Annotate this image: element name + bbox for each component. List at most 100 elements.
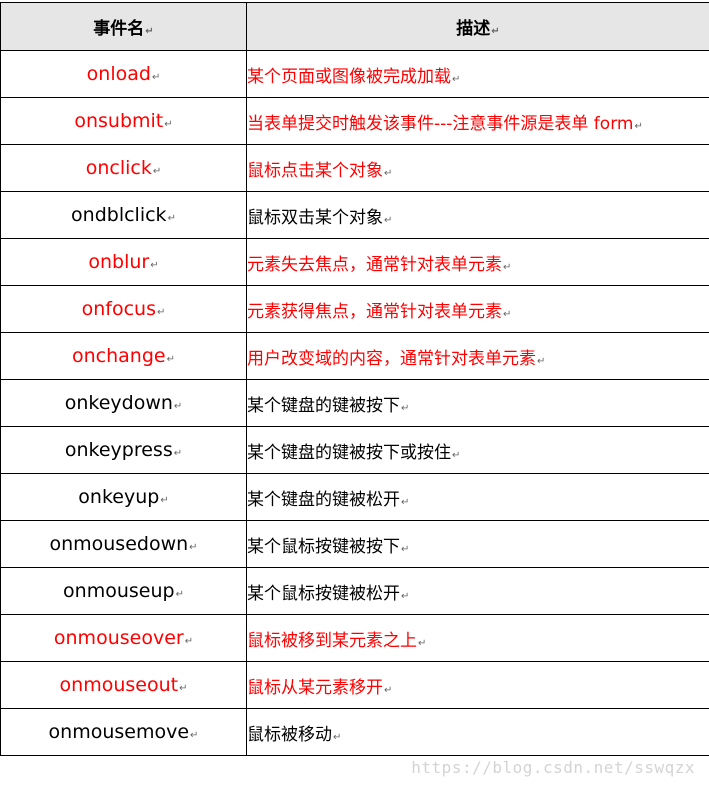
event-description: 某个键盘的键被按下 [247,395,401,416]
table-row: onmousemove↵ 鼠标被移动↵ [0,708,709,756]
header-row: 事件名↵ 描述↵ [0,2,709,51]
paragraph-mark-icon: ↵ [152,166,162,177]
paragraph-mark-icon: ↵ [150,260,159,271]
table-row: onblur↵ 元素失去焦点，通常针对表单元素↵ [0,238,709,286]
table-row: onmouseover↵ 鼠标被移到某元素之上↵ [0,614,709,662]
event-description-cell: 鼠标从某元素移开↵ [246,661,709,709]
paragraph-mark-icon: ↵ [491,26,500,37]
event-name-cell: onload↵ [0,50,247,98]
header-description: 描述↵ [246,2,709,51]
table-row: onkeypress↵ 某个键盘的键被按下或按住↵ [0,426,709,474]
event-name: onmousemove [48,721,190,743]
table-row: onkeyup↵ 某个键盘的键被松开↵ [0,473,709,521]
paragraph-mark-icon: ↵ [179,683,188,694]
event-description: 元素失去焦点，通常针对表单元素 [247,254,503,275]
paragraph-mark-icon: ↵ [401,543,410,555]
event-name: onchange [72,345,166,367]
paragraph-mark-icon: ↵ [333,731,342,743]
paragraph-mark-icon: ↵ [167,213,176,224]
event-name-cell: onchange↵ [0,332,247,380]
event-description: 鼠标从某元素移开 [247,677,384,698]
paragraph-mark-icon: ↵ [401,590,410,602]
event-description: 某个鼠标按键被松开 [247,583,401,604]
event-name: onmousedown [49,533,189,555]
paragraph-mark-icon: ↵ [189,542,198,553]
event-name-cell: onblur↵ [0,238,247,286]
table-row: onload↵ 某个页面或图像被完成加载↵ [0,50,709,98]
event-description: 某个键盘的键被按下或按住 [247,442,452,463]
event-name: onmouseover [53,627,184,649]
table-row: onmouseout↵ 鼠标从某元素移开↵ [0,661,709,709]
event-name-cell: onmouseup↵ [0,567,247,615]
paragraph-mark-icon: ↵ [190,730,199,741]
paragraph-mark-icon: ↵ [145,26,154,37]
table-row: onsubmit↵ 当表单提交时触发该事件---注意事件源是表单 form↵ [0,97,709,145]
table-row: onclick↵ 鼠标点击某个对象↵ [0,144,709,192]
paragraph-mark-icon: ↵ [401,496,410,508]
event-name-cell: onclick↵ [0,144,247,192]
event-description-cell: 某个页面或图像被完成加载↵ [246,50,709,98]
table-body: onload↵ 某个页面或图像被完成加载↵ onsubmit↵ 当表单提交时触发该事件… [0,50,709,756]
paragraph-mark-icon: ↵ [156,307,166,318]
paragraph-mark-icon: ↵ [537,355,546,367]
event-description: 当表单提交时触发该事件---注意事件源是表单 form [247,113,634,134]
table-row: onmouseup↵ 某个鼠标按键被松开↵ [0,567,709,615]
event-description-cell: 鼠标点击某个对象↵ [246,144,709,192]
paragraph-mark-icon: ↵ [503,308,512,320]
event-description: 鼠标点击某个对象 [247,160,384,181]
paragraph-mark-icon: ↵ [160,495,169,506]
watermark: https://blog.csdn.net/sswqzx [411,758,695,777]
paragraph-mark-icon: ↵ [173,401,183,412]
event-description-cell: 元素失去焦点，通常针对表单元素↵ [246,238,709,286]
event-description-cell: 某个键盘的键被按下或按住↵ [246,426,709,474]
header-event-name: 事件名↵ [0,2,247,51]
event-name-cell: onkeydown↵ [0,379,247,427]
event-description: 鼠标被移动 [247,724,333,745]
event-description: 某个鼠标按键被按下 [247,536,401,557]
event-name: ondblclick [71,204,167,226]
paragraph-mark-icon: ↵ [401,402,410,414]
event-description-cell: 某个键盘的键被松开↵ [246,473,709,521]
event-description: 某个页面或图像被完成加载 [247,66,452,87]
event-name-cell: onmousemove↵ [0,708,247,756]
table-row: onmousedown↵ 某个鼠标按键被按下↵ [0,520,709,568]
event-name-cell: onsubmit↵ [0,97,247,145]
event-description-cell: 某个键盘的键被按下↵ [246,379,709,427]
paragraph-mark-icon: ↵ [175,589,184,600]
event-description: 元素获得焦点，通常针对表单元素 [247,301,503,322]
table-row: onchange↵ 用户改变域的内容，通常针对表单元素↵ [0,332,709,380]
event-name-cell: ondblclick↵ [0,191,247,239]
event-name-cell: onmouseover↵ [0,614,247,662]
events-table: 事件名↵ 描述↵ onload↵ 某个页面或图像被完成加载↵ onsubmit↵ 当表… [0,2,709,756]
event-name: onmouseout [59,674,179,696]
paragraph-mark-icon: ↵ [184,636,194,647]
table-row: ondblclick↵ 鼠标双击某个对象↵ [0,191,709,239]
event-name: onmouseup [63,580,175,602]
paragraph-mark-icon: ↵ [384,167,393,179]
event-description-cell: 元素获得焦点，通常针对表单元素↵ [246,285,709,333]
paragraph-mark-icon: ↵ [173,448,183,459]
event-name: onkeypress [64,439,173,461]
event-description-cell: 鼠标被移动↵ [246,708,709,756]
paragraph-mark-icon: ↵ [151,72,161,83]
paragraph-mark-icon: ↵ [503,261,512,273]
event-name-cell: onfocus↵ [0,285,247,333]
table-row: onfocus↵ 元素获得焦点，通常针对表单元素↵ [0,285,709,333]
event-description: 某个键盘的键被松开 [247,489,401,510]
event-description-cell: 用户改变域的内容，通常针对表单元素↵ [246,332,709,380]
paragraph-mark-icon: ↵ [384,684,393,696]
event-description: 鼠标双击某个对象 [247,207,384,228]
paragraph-mark-icon: ↵ [384,214,393,226]
event-name: onclick [85,157,152,179]
event-description: 用户改变域的内容，通常针对表单元素 [247,348,537,369]
paragraph-mark-icon: ↵ [452,73,461,85]
event-name: onkeyup [78,486,160,508]
paragraph-mark-icon: ↵ [164,119,173,130]
event-name-cell: onkeyup↵ [0,473,247,521]
event-description-cell: 当表单提交时触发该事件---注意事件源是表单 form↵ [246,97,709,145]
event-name-cell: onkeypress↵ [0,426,247,474]
event-description-cell: 某个鼠标按键被按下↵ [246,520,709,568]
event-name: onblur [88,251,150,273]
event-description-cell: 鼠标被移到某元素之上↵ [246,614,709,662]
event-name-cell: onmousedown↵ [0,520,247,568]
